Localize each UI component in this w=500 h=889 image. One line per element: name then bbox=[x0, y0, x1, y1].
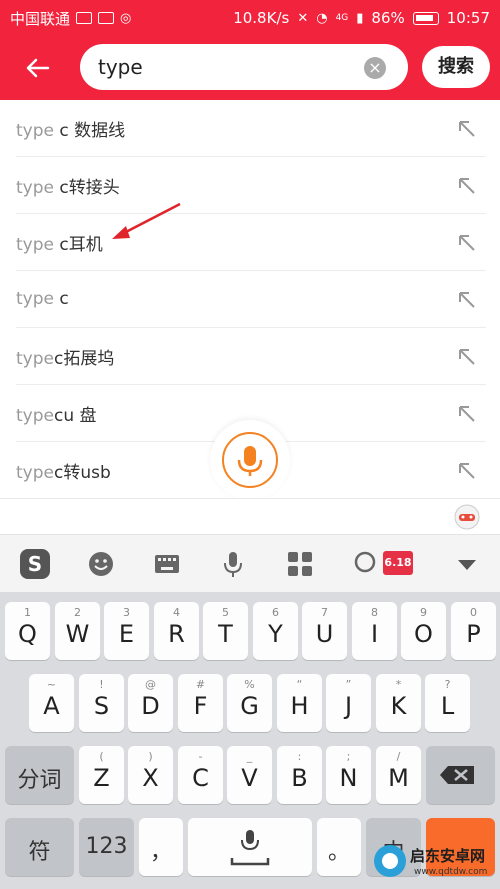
space-key[interactable] bbox=[188, 818, 312, 876]
key-u[interactable]: 7U bbox=[302, 602, 347, 660]
carrier-name: 中国联通 bbox=[10, 9, 71, 28]
key-h[interactable]: “H bbox=[277, 674, 322, 732]
voice-input-icon[interactable] bbox=[218, 549, 248, 579]
fill-arrow-icon[interactable] bbox=[456, 232, 478, 254]
key-i[interactable]: 8I bbox=[352, 602, 397, 660]
backspace-icon bbox=[440, 766, 474, 784]
keyboard-icon[interactable] bbox=[152, 549, 182, 579]
ime-toolbar: S 6.18 bbox=[0, 534, 500, 592]
svg-text:S: S bbox=[28, 552, 42, 576]
fill-arrow-icon[interactable] bbox=[456, 175, 478, 197]
suggestion-text: type c耳机 bbox=[16, 234, 103, 255]
wifi-icon: ◔ bbox=[316, 10, 328, 26]
signal-icon: ▮ bbox=[356, 10, 364, 26]
search-header: × 搜索 bbox=[0, 36, 500, 100]
watermark: 启东安卓网 www.qdtdw.com bbox=[370, 829, 500, 889]
backspace-key[interactable] bbox=[426, 746, 495, 804]
suggestion-text: typecu 盘 bbox=[16, 405, 97, 426]
network-type: 4G bbox=[335, 13, 349, 23]
suggestion-text: type c 数据线 bbox=[16, 120, 126, 141]
promo-618-badge[interactable]: 6.18 bbox=[383, 551, 413, 575]
key-c[interactable]: -C bbox=[178, 746, 223, 804]
battery-icon bbox=[412, 11, 439, 25]
microphone-icon bbox=[237, 446, 263, 476]
key-g[interactable]: % G bbox=[227, 674, 272, 732]
suggestion-item[interactable]: type c转接头 bbox=[16, 157, 486, 214]
search-box[interactable]: × bbox=[80, 44, 408, 90]
fill-arrow-icon[interactable] bbox=[456, 289, 478, 311]
period-key[interactable]: 。 bbox=[317, 818, 361, 876]
key-w[interactable]: 2W bbox=[55, 602, 100, 660]
suggestion-text: typec拓展坞 bbox=[16, 348, 115, 369]
sim-icon bbox=[98, 12, 115, 24]
key-e[interactable]: 3E bbox=[104, 602, 149, 660]
collapse-arrow-icon[interactable] bbox=[452, 549, 482, 579]
suggestion-item[interactable]: type c 数据线 bbox=[16, 100, 486, 157]
numbers-key[interactable]: 123 bbox=[79, 818, 134, 876]
key-l[interactable]: ? L bbox=[425, 674, 470, 732]
space-voice-icon bbox=[230, 830, 270, 866]
suggestion-item[interactable]: typec拓展坞 bbox=[16, 328, 486, 385]
key-j[interactable]: ” J bbox=[326, 674, 371, 732]
apps-grid-icon[interactable] bbox=[285, 549, 315, 579]
key-x[interactable]: ) X bbox=[128, 746, 173, 804]
search-input[interactable] bbox=[98, 52, 358, 82]
watermark-url: www.qdtdw.com bbox=[414, 867, 488, 877]
status-bar: 中国联通 ◎ 10.8K/s ✕ ◔ 4G ▮ 86% 10:57 bbox=[0, 0, 500, 36]
ime-mascot-icon[interactable] bbox=[452, 503, 482, 531]
search-icon[interactable] bbox=[352, 549, 382, 579]
key-r[interactable]: 4R bbox=[154, 602, 199, 660]
notification-icon bbox=[76, 12, 93, 24]
symbol-key[interactable]: 符 bbox=[5, 818, 74, 876]
fill-arrow-icon[interactable] bbox=[456, 403, 478, 425]
key-s[interactable]: ! S bbox=[79, 674, 124, 732]
segment-key[interactable]: 分词 bbox=[5, 746, 74, 804]
key-a[interactable]: ~ A bbox=[29, 674, 74, 732]
comma-key[interactable]: ， bbox=[139, 818, 183, 876]
voice-search-wrap bbox=[210, 420, 290, 500]
sogou-logo-icon[interactable]: S bbox=[18, 547, 52, 581]
suggestion-text: type c bbox=[16, 289, 69, 309]
suggestion-text: type c转接头 bbox=[16, 177, 120, 198]
network-speed: 10.8K/s bbox=[233, 9, 290, 27]
key-z[interactable]: (Z bbox=[79, 746, 124, 804]
key-d[interactable]: @ D bbox=[128, 674, 173, 732]
arrow-left-icon bbox=[26, 58, 50, 78]
mute-icon: ✕ bbox=[297, 10, 309, 26]
key-t[interactable]: 5T bbox=[203, 602, 248, 660]
key-f[interactable]: # F bbox=[178, 674, 223, 732]
fill-arrow-icon[interactable] bbox=[456, 118, 478, 140]
suggestion-item[interactable]: type c耳机 bbox=[16, 214, 486, 271]
weibo-icon: ◎ bbox=[120, 10, 132, 26]
key-v[interactable]: _ V bbox=[227, 746, 272, 804]
key-m[interactable]: / M bbox=[376, 746, 421, 804]
emoji-icon[interactable] bbox=[86, 549, 116, 579]
key-b[interactable]: :B bbox=[277, 746, 322, 804]
search-button[interactable]: 搜索 bbox=[422, 46, 490, 88]
clock: 10:57 bbox=[446, 9, 490, 27]
back-button[interactable] bbox=[20, 50, 56, 86]
suggestion-item[interactable]: type c bbox=[16, 271, 486, 328]
key-o[interactable]: 9O bbox=[401, 602, 446, 660]
key-q[interactable]: 1Q bbox=[5, 602, 50, 660]
clear-icon[interactable]: × bbox=[364, 57, 386, 79]
key-k[interactable]: * K bbox=[376, 674, 421, 732]
voice-search-button[interactable] bbox=[222, 432, 278, 488]
fill-arrow-icon[interactable] bbox=[456, 460, 478, 482]
ime-candidate-bar bbox=[0, 498, 500, 534]
key-y[interactable]: 6Y bbox=[253, 602, 298, 660]
battery-percent: 86% bbox=[371, 9, 405, 27]
key-n[interactable]: ; N bbox=[326, 746, 371, 804]
suggestion-text: typec转usb bbox=[16, 463, 111, 483]
key-p[interactable]: 0P bbox=[451, 602, 496, 660]
watermark-logo-icon bbox=[374, 845, 406, 877]
fill-arrow-icon[interactable] bbox=[456, 346, 478, 368]
watermark-title: 启东安卓网 bbox=[410, 847, 486, 865]
